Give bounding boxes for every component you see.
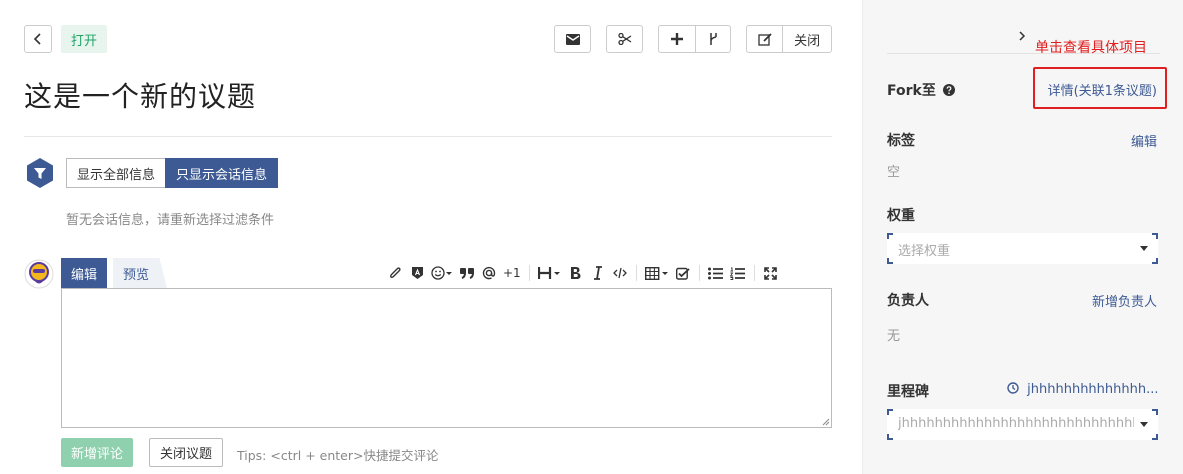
- tips-text: Tips: <ctrl + enter>快捷提交评论: [237, 448, 439, 463]
- bold-button[interactable]: [565, 262, 587, 284]
- code-branch-icon: [710, 33, 717, 45]
- table-button[interactable]: [642, 262, 672, 284]
- plus-icon: [670, 33, 683, 45]
- assignee-label: 负责人: [887, 293, 929, 309]
- fork-icon: [617, 33, 631, 45]
- edit-button[interactable]: [747, 26, 782, 52]
- fork-detail-link[interactable]: 详情(关联1条议题): [1048, 80, 1157, 99]
- heading-button[interactable]: [535, 262, 565, 284]
- empty-note: 暂无会话信息，请重新选择过滤条件: [66, 213, 275, 228]
- avatar: [24, 259, 54, 289]
- italic-icon: [593, 266, 602, 280]
- editor-tabs: 编辑 预览: [61, 258, 168, 288]
- milestone-placeholder: jhhhhhhhhhhhhhhhhhhhhhhhhhhhhhhh...: [898, 416, 1134, 431]
- toolbar-separator: [528, 265, 530, 281]
- milestone-select[interactable]: jhhhhhhhhhhhhhhhhhhhhhhhhhhhhhhh...: [887, 409, 1158, 440]
- italic-button[interactable]: [587, 262, 609, 284]
- format-button[interactable]: [406, 262, 428, 284]
- email-button[interactable]: [554, 25, 591, 53]
- branch-button[interactable]: [606, 25, 643, 53]
- ordered-list-button[interactable]: [727, 262, 749, 284]
- comment-textarea[interactable]: [61, 288, 832, 428]
- smiley-icon: [431, 266, 452, 280]
- paperclip-icon: [389, 267, 401, 279]
- bullet-list-button[interactable]: [705, 262, 727, 284]
- add-assignee-link[interactable]: 新增负责人: [1092, 291, 1157, 310]
- close-issue-button[interactable]: 关闭议题: [149, 438, 224, 467]
- heading-icon: [537, 267, 560, 279]
- code-button[interactable]: [609, 262, 631, 284]
- weight-label: 权重: [887, 208, 915, 224]
- toolbar-separator: [698, 265, 700, 281]
- clock-icon: [1007, 382, 1019, 394]
- submit-comment-button[interactable]: 新增评论: [61, 438, 134, 467]
- milestone-link[interactable]: jhhhhhhhhhhhhhh...: [1007, 382, 1157, 397]
- show-comments-button[interactable]: 只显示会话信息: [165, 158, 279, 188]
- branch-add-button[interactable]: [694, 26, 731, 52]
- markdown-toolbar: +1: [384, 262, 782, 284]
- quote-icon: [460, 268, 474, 279]
- main-panel: 打开 关闭 这是一个新的议题 显示全部信息 只显示会话信息 暂无会话信息，请重新…: [0, 0, 862, 474]
- plus-one-button[interactable]: +1: [500, 262, 524, 284]
- divider: [887, 53, 1160, 54]
- mention-button[interactable]: [478, 262, 500, 284]
- envelope-icon: [565, 33, 580, 45]
- close-button[interactable]: 关闭: [782, 26, 831, 52]
- table-icon: [644, 266, 668, 280]
- milestone-label: 里程碑: [887, 384, 929, 400]
- comment-filter: 显示全部信息 只显示会话信息: [66, 158, 279, 188]
- fork-label-text: Fork至: [887, 83, 936, 99]
- chevron-right-icon[interactable]: [1018, 30, 1026, 46]
- back-button[interactable]: [24, 25, 52, 53]
- fork-label: Fork至: [887, 80, 955, 100]
- assignee-value: 无: [887, 329, 901, 344]
- list-ul-icon: [708, 267, 724, 279]
- chevron-left-icon: [33, 33, 41, 45]
- edit-icon: [757, 32, 772, 46]
- divider: [24, 136, 832, 137]
- at-icon: [482, 266, 496, 280]
- add-button[interactable]: [659, 26, 695, 52]
- create-group: [658, 25, 731, 53]
- page-title: 这是一个新的议题: [24, 80, 257, 113]
- caret-down-icon: [1140, 422, 1148, 427]
- list-ol-icon: [730, 267, 746, 280]
- bold-icon: [571, 267, 581, 279]
- toolbar-separator: [753, 265, 755, 281]
- tags-edit-link[interactable]: 编辑: [1131, 131, 1157, 150]
- code-icon: [612, 267, 627, 279]
- weight-placeholder: 选择权重: [898, 244, 951, 259]
- expand-icon: [764, 266, 778, 280]
- question-icon[interactable]: [942, 84, 955, 96]
- shield-a-icon: [411, 267, 423, 279]
- resize-handle-icon[interactable]: [822, 418, 830, 426]
- filter-icon: [27, 158, 53, 188]
- attach-button[interactable]: [384, 262, 406, 284]
- tab-edit[interactable]: 编辑: [61, 258, 108, 288]
- sidebar: 单击查看具体项目 Fork至 详情(关联1条议题) 标签 编辑 空 权重 选择权…: [862, 0, 1183, 474]
- milestone-value: jhhhhhhhhhhhhhh...: [1027, 382, 1157, 397]
- tags-value: 空: [887, 165, 901, 180]
- show-all-button[interactable]: 显示全部信息: [66, 158, 166, 188]
- toolbar-separator: [635, 265, 637, 281]
- emoji-button[interactable]: [428, 262, 456, 284]
- annotation-text: 单击查看具体项目: [1035, 40, 1147, 56]
- tags-label: 标签: [887, 133, 915, 149]
- task-button[interactable]: [672, 262, 694, 284]
- status-badge: 打开: [61, 25, 108, 53]
- fullscreen-button[interactable]: [760, 262, 782, 284]
- issue-toolbar: 打开 关闭: [24, 25, 832, 53]
- edit-close-group: 关闭: [746, 25, 832, 53]
- weight-select[interactable]: 选择权重: [887, 233, 1158, 264]
- checkbox-icon: [675, 267, 690, 280]
- tab-preview[interactable]: 预览: [113, 258, 168, 288]
- caret-down-icon: [1140, 246, 1148, 251]
- quote-button[interactable]: [456, 262, 478, 284]
